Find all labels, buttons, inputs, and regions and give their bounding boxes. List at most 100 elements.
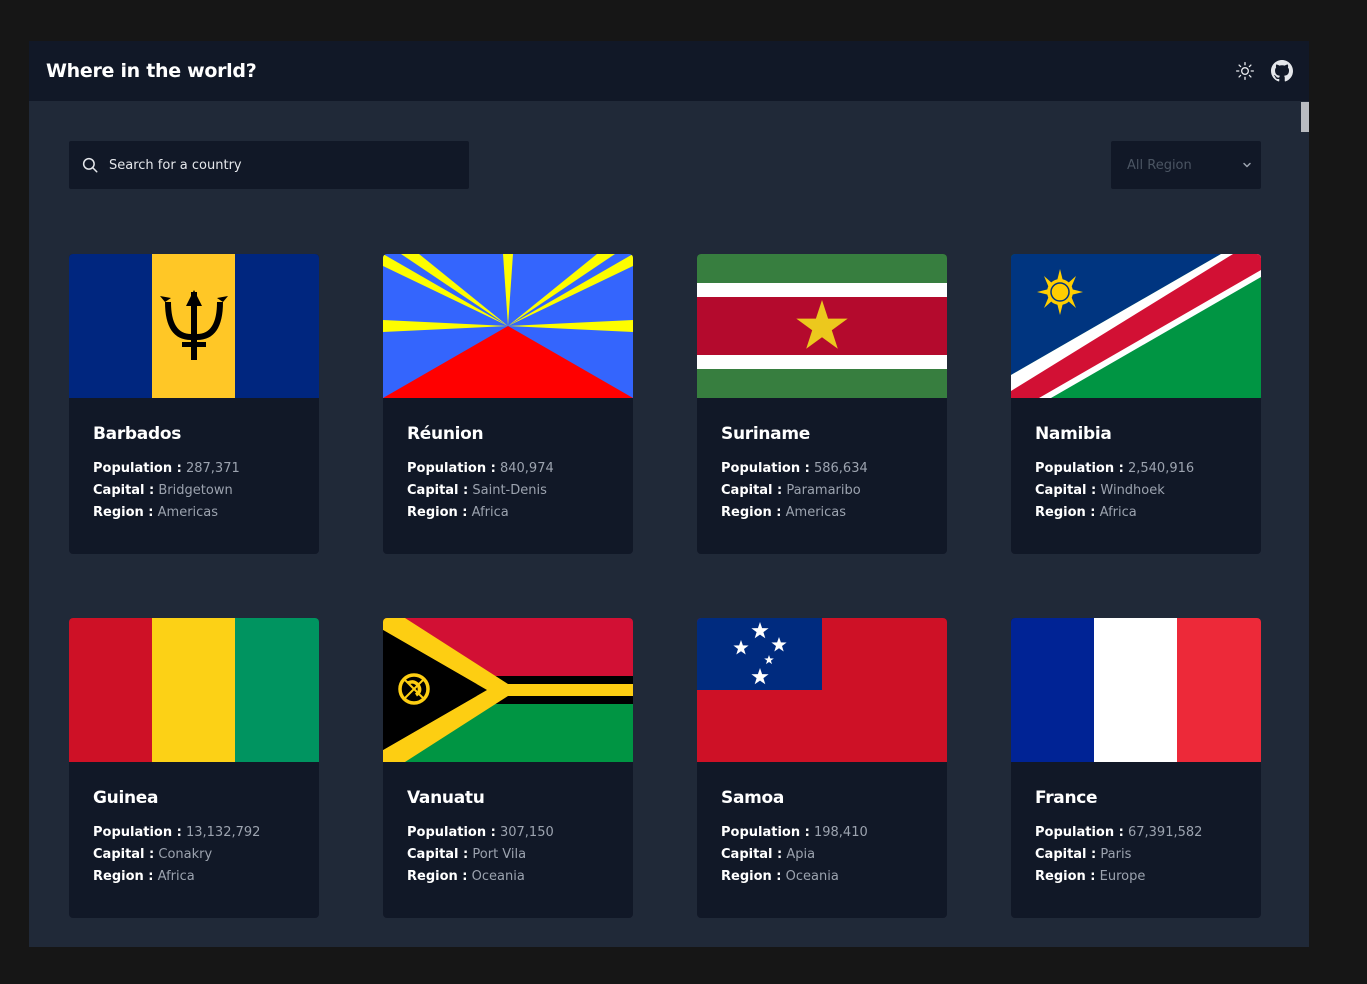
capital-value: Bridgetown xyxy=(158,483,233,498)
country-card[interactable]: Suriname Population : 586,634 Capital : … xyxy=(697,254,947,554)
capital-value: Port Vila xyxy=(472,847,527,862)
theme-toggle-button[interactable] xyxy=(1233,59,1257,83)
namibia-flag xyxy=(1011,254,1261,398)
population-line: Population : 198,410 xyxy=(721,822,935,844)
population-label: Population : xyxy=(1035,461,1124,476)
search-input[interactable] xyxy=(109,141,469,189)
capital-label: Capital : xyxy=(407,847,469,862)
country-name: Suriname xyxy=(721,424,810,444)
region-value: Americas xyxy=(157,505,219,520)
region-filter-value: All Region xyxy=(1127,157,1192,173)
region-label: Region : xyxy=(93,869,154,884)
population-line: Population : 13,132,792 xyxy=(93,822,307,844)
population-value: 2,540,916 xyxy=(1127,461,1195,476)
country-name: Namibia xyxy=(1035,424,1112,444)
country-card[interactable]: Samoa Population : 198,410 Capital : Api… xyxy=(697,618,947,918)
capital-line: Capital : Windhoek xyxy=(1035,480,1249,502)
region-line: Region : Oceania xyxy=(407,866,621,888)
population-value: 13,132,792 xyxy=(185,825,261,840)
capital-label: Capital : xyxy=(407,483,469,498)
capital-value: Paris xyxy=(1100,847,1132,862)
country-name: Vanuatu xyxy=(407,788,485,808)
capital-line: Capital : Paris xyxy=(1035,844,1249,866)
region-value: Oceania xyxy=(785,869,839,884)
sun-icon xyxy=(1236,62,1254,81)
region-value: Africa xyxy=(1099,505,1137,520)
capital-line: Capital : Paramaribo xyxy=(721,480,935,502)
france-flag xyxy=(1011,618,1261,762)
population-line: Population : 307,150 xyxy=(407,822,621,844)
scrollbar-thumb[interactable] xyxy=(1301,102,1309,132)
country-card[interactable]: France Population : 67,391,582 Capital :… xyxy=(1011,618,1261,918)
country-name: France xyxy=(1035,788,1098,808)
population-label: Population : xyxy=(1035,825,1124,840)
region-line: Region : Europe xyxy=(1035,866,1249,888)
region-line: Region : Africa xyxy=(407,502,621,524)
population-value: 67,391,582 xyxy=(1127,825,1203,840)
capital-label: Capital : xyxy=(721,847,783,862)
top-bar: Where in the world? xyxy=(29,41,1309,101)
region-label: Region : xyxy=(1035,505,1096,520)
capital-label: Capital : xyxy=(1035,483,1097,498)
samoa-flag xyxy=(697,618,947,762)
country-name: Réunion xyxy=(407,424,484,444)
region-value: Africa xyxy=(471,505,509,520)
population-line: Population : 840,974 xyxy=(407,458,621,480)
region-line: Region : Americas xyxy=(93,502,307,524)
github-link[interactable] xyxy=(1270,59,1294,83)
capital-line: Capital : Conakry xyxy=(93,844,307,866)
population-value: 586,634 xyxy=(813,461,868,476)
capital-value: Saint-Denis xyxy=(472,483,547,498)
population-value: 307,150 xyxy=(499,825,554,840)
capital-value: Apia xyxy=(786,847,816,862)
country-card[interactable]: Guinea Population : 13,132,792 Capital :… xyxy=(69,618,319,918)
population-label: Population : xyxy=(93,825,182,840)
country-card[interactable]: Barbados Population : 287,371 Capital : … xyxy=(69,254,319,554)
capital-line: Capital : Bridgetown xyxy=(93,480,307,502)
region-line: Region : Africa xyxy=(1035,502,1249,524)
vanuatu-flag xyxy=(383,618,633,762)
search-box xyxy=(69,141,469,189)
country-name: Samoa xyxy=(721,788,785,808)
country-card[interactable]: Vanuatu Population : 307,150 Capital : P… xyxy=(383,618,633,918)
capital-label: Capital : xyxy=(93,483,155,498)
app-window: Where in the world? Search for a country… xyxy=(29,41,1309,947)
population-label: Population : xyxy=(721,825,810,840)
region-value: Americas xyxy=(785,505,847,520)
region-line: Region : Oceania xyxy=(721,866,935,888)
capital-label: Capital : xyxy=(1035,847,1097,862)
region-label: Region : xyxy=(721,869,782,884)
search-icon xyxy=(82,157,98,173)
capital-value: Conakry xyxy=(158,847,213,862)
country-card[interactable]: Réunion Population : 840,974 Capital : S… xyxy=(383,254,633,554)
country-name: Barbados xyxy=(93,424,182,444)
region-label: Region : xyxy=(1035,869,1096,884)
capital-label: Capital : xyxy=(93,847,155,862)
capital-label: Capital : xyxy=(721,483,783,498)
population-line: Population : 67,391,582 xyxy=(1035,822,1249,844)
region-line: Region : Africa xyxy=(93,866,307,888)
population-value: 840,974 xyxy=(499,461,554,476)
country-card[interactable]: Namibia Population : 2,540,916 Capital :… xyxy=(1011,254,1261,554)
reunion-flag xyxy=(383,254,633,398)
country-name: Guinea xyxy=(93,788,159,808)
chevron-down-icon xyxy=(1243,162,1251,168)
region-label: Region : xyxy=(407,505,468,520)
population-label: Population : xyxy=(721,461,810,476)
region-value: Oceania xyxy=(471,869,525,884)
github-icon xyxy=(1271,60,1293,82)
capital-value: Paramaribo xyxy=(786,483,861,498)
region-filter-select[interactable]: All Region xyxy=(1111,141,1261,189)
capital-value: Windhoek xyxy=(1100,483,1165,498)
population-line: Population : 287,371 xyxy=(93,458,307,480)
population-label: Population : xyxy=(93,461,182,476)
population-value: 287,371 xyxy=(185,461,240,476)
region-label: Region : xyxy=(721,505,782,520)
region-label: Region : xyxy=(407,869,468,884)
population-line: Population : 2,540,916 xyxy=(1035,458,1249,480)
region-line: Region : Americas xyxy=(721,502,935,524)
population-line: Population : 586,634 xyxy=(721,458,935,480)
capital-line: Capital : Port Vila xyxy=(407,844,621,866)
capital-line: Capital : Apia xyxy=(721,844,935,866)
region-label: Region : xyxy=(93,505,154,520)
